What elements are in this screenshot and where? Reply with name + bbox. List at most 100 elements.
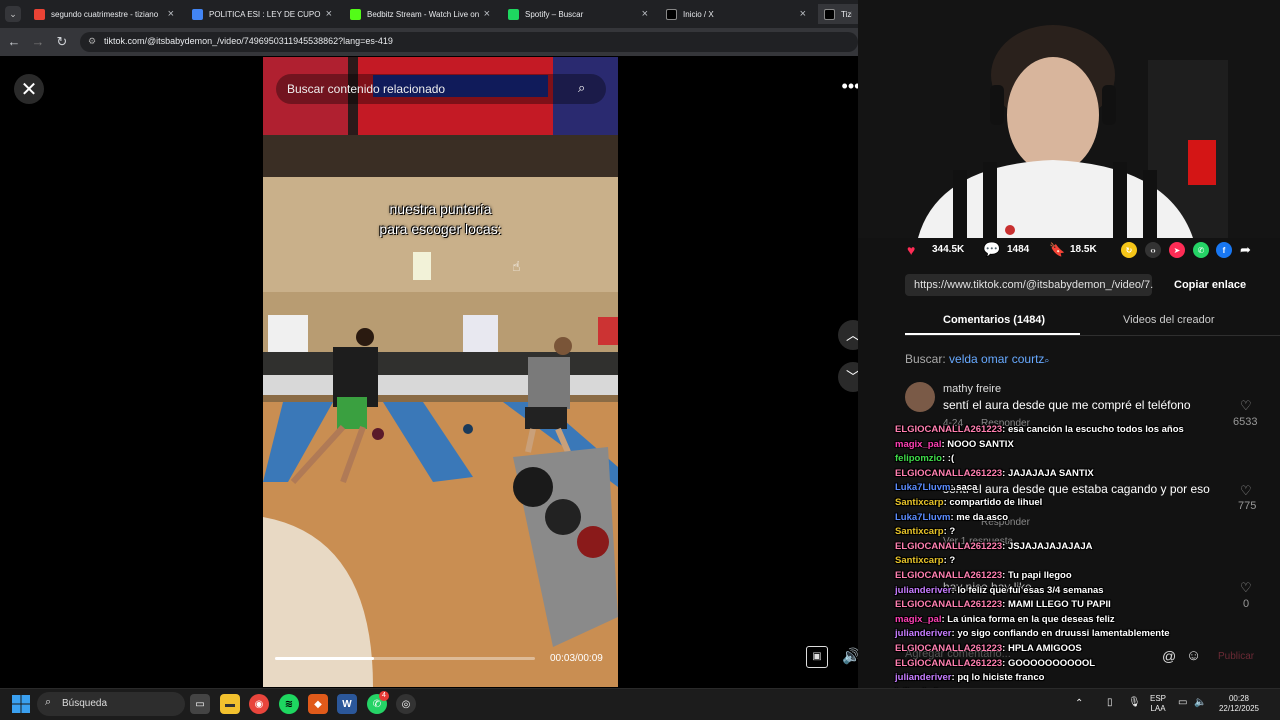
chat-username[interactable]: ELGIOCANALLA261223 xyxy=(895,424,1002,435)
video-player[interactable] xyxy=(263,57,618,687)
tab-close-icon[interactable]: × xyxy=(326,8,332,20)
webcam-feed xyxy=(858,0,1280,238)
chat-text: HPLA AMIGOOS xyxy=(1007,642,1082,654)
chat-text: yo sigo confiando en druussi lamentablem… xyxy=(957,628,1170,640)
avatar[interactable] xyxy=(905,382,935,412)
clock-time: 00:28 xyxy=(1228,694,1250,703)
video-progress-bar[interactable] xyxy=(275,657,535,660)
spotify-icon[interactable]: ≋ xyxy=(279,694,299,714)
search-suggestion[interactable]: Buscar: velda omar courtz⌕ xyxy=(905,352,1049,366)
language-indicator[interactable]: ESP LAA xyxy=(1150,694,1166,714)
chat-username[interactable]: julianderiver xyxy=(895,672,952,683)
url-text: tiktok.com/@itsbabydemon_/video/74969503… xyxy=(104,36,393,46)
chat-username[interactable]: julianderiver xyxy=(895,585,952,596)
comment-like-count: 6533 xyxy=(1233,416,1258,428)
tab-close-icon[interactable]: × xyxy=(168,8,174,20)
speaker-icon[interactable]: 🔈 xyxy=(1194,698,1206,708)
chat-message: Santixcarp: ? xyxy=(895,555,1225,570)
caption-line-1: nuestra puntería xyxy=(389,201,492,217)
chat-text: MAMI LLEGO TU PAPII xyxy=(1007,599,1111,611)
chat-text: NOOO SANTIX xyxy=(947,438,1014,450)
emoji-icon[interactable]: ☺ xyxy=(1186,647,1201,664)
chat-username[interactable]: Luka7Lluvm xyxy=(895,512,950,523)
browser-tab[interactable]: segundo cuatrimestre - tiziano × xyxy=(28,4,180,24)
facebook-icon[interactable]: f xyxy=(1216,242,1232,258)
clock[interactable]: 00:28 22/12/2025 xyxy=(1213,694,1265,714)
browser-tab[interactable]: POLITICA ESI : LEY DE CUPO Y L × xyxy=(186,4,338,24)
forward-arrow-icon[interactable]: → xyxy=(30,34,46,49)
chat-username[interactable]: felipomzio xyxy=(895,453,942,464)
chat-username[interactable]: ELGIOCANALLA261223 xyxy=(895,570,1002,581)
search-icon[interactable]: ⌕ xyxy=(578,80,585,96)
comments-count: 1484 xyxy=(1007,244,1030,255)
word-icon[interactable]: W xyxy=(337,694,357,714)
chat-message: Santixcarp: ? xyxy=(895,526,1225,541)
task-view-icon[interactable]: ▭ xyxy=(190,694,210,714)
comment-like-heart-icon[interactable]: ♡ xyxy=(1240,483,1252,499)
bookmark-icon[interactable]: 🔖 xyxy=(1049,242,1065,258)
comment-input[interactable]: Agregar comentario... xyxy=(905,648,1011,660)
obs-icon[interactable]: ◎ xyxy=(396,694,416,714)
send-icon[interactable]: ➤ xyxy=(1169,242,1185,258)
chat-text: La única forma en la que deseas feliz xyxy=(947,613,1115,625)
share-arrow-icon[interactable]: ➦ xyxy=(1240,242,1251,258)
tab-comments[interactable]: Comentarios (1484) xyxy=(943,314,1045,326)
browser-tab-label: Tizia xyxy=(841,9,852,19)
tab-close-icon[interactable]: × xyxy=(484,8,490,20)
chat-username[interactable]: ELGIOCANALLA261223 xyxy=(895,468,1002,479)
brave-icon[interactable]: ◆ xyxy=(308,694,328,714)
network-icon[interactable]: ▭ xyxy=(1178,698,1187,708)
back-arrow-icon[interactable]: ← xyxy=(6,34,22,49)
chat-message: julianderiver: lo feliz que fui esas 3/4… xyxy=(895,585,1225,600)
chat-username[interactable]: Santixcarp xyxy=(895,526,944,537)
reload-icon[interactable]: ↻ xyxy=(54,34,70,50)
browser-tab[interactable]: Spotify – Buscar × xyxy=(502,4,654,24)
chat-username[interactable]: ELGIOCANALLA261223 xyxy=(895,541,1002,552)
share-link-text: https://www.tiktok.com/@itsbabydemon_/vi… xyxy=(914,279,1154,291)
chat-username[interactable]: magix_pal xyxy=(895,439,941,450)
battery-icon[interactable]: ▯ xyxy=(1107,698,1113,708)
browser-tab[interactable]: Bedbitz Stream - Watch Live on × xyxy=(344,4,496,24)
site-info-icon[interactable]: ⚙ xyxy=(88,36,96,47)
chat-username[interactable]: Santixcarp xyxy=(895,497,944,508)
search-small-icon: ⌕ xyxy=(1044,355,1050,365)
language-layout: LAA xyxy=(1150,704,1166,713)
taskbar-search-box[interactable] xyxy=(37,692,185,716)
mention-at-icon[interactable]: @ xyxy=(1162,648,1176,664)
browser-tab[interactable]: Inicio / X × xyxy=(660,4,812,24)
comment-username[interactable]: mathy freire xyxy=(943,383,1001,395)
chat-username[interactable]: Luka7Lluvm xyxy=(895,482,950,493)
copy-link-button[interactable]: Copiar enlace xyxy=(1174,279,1246,291)
whatsapp-icon[interactable]: ✆ xyxy=(1193,242,1209,258)
comment-like-heart-icon[interactable]: ♡ xyxy=(1240,580,1252,596)
chat-message: Santixcarp: compartido de lihuel xyxy=(895,497,1225,512)
related-search-placeholder: Buscar contenido relacionado xyxy=(287,82,446,96)
tab-close-icon[interactable]: × xyxy=(642,8,648,20)
like-heart-icon[interactable]: ♥ xyxy=(907,242,915,258)
chat-username[interactable]: ELGIOCANALLA261223 xyxy=(895,599,1002,610)
tray-chevron-up-icon[interactable]: ⌃ xyxy=(1075,699,1083,709)
tab-close-icon[interactable]: × xyxy=(800,8,806,20)
close-icon[interactable]: ✕ xyxy=(14,74,44,104)
embed-code-icon[interactable]: ‹› xyxy=(1145,242,1161,258)
browser-tab[interactable]: Tizia xyxy=(818,4,858,24)
chrome-icon[interactable]: ◉ xyxy=(249,694,269,714)
chat-text: compartido de lihuel xyxy=(949,496,1043,508)
floating-player-icon[interactable]: ▣ xyxy=(806,646,828,668)
chat-username[interactable]: Santixcarp xyxy=(895,555,944,566)
browser-tab-label: POLITICA ESI : LEY DE CUPO Y L xyxy=(209,9,322,19)
repost-icon[interactable]: ↻ xyxy=(1121,242,1137,258)
tab-creator-videos[interactable]: Videos del creador xyxy=(1123,314,1215,326)
tab-search-menu-icon[interactable]: ⌄ xyxy=(5,6,21,22)
video-progress-fill xyxy=(275,657,374,660)
windows-start-icon[interactable] xyxy=(12,695,30,713)
chat-username[interactable]: julianderiver xyxy=(895,628,952,639)
chat-text: pq lo hiciste franco xyxy=(957,672,1045,684)
chat-username[interactable]: magix_pal xyxy=(895,614,941,625)
microphone-icon[interactable]: 🎙 xyxy=(1128,698,1141,708)
comment-bubble-icon[interactable]: 💬 xyxy=(983,241,1000,258)
chat-text: JAJAJAJA SANTIX xyxy=(1007,467,1094,479)
publish-button[interactable]: Publicar xyxy=(1218,651,1254,662)
file-explorer-icon[interactable]: ▬ xyxy=(220,694,240,714)
comment-like-heart-icon[interactable]: ♡ xyxy=(1240,398,1252,414)
